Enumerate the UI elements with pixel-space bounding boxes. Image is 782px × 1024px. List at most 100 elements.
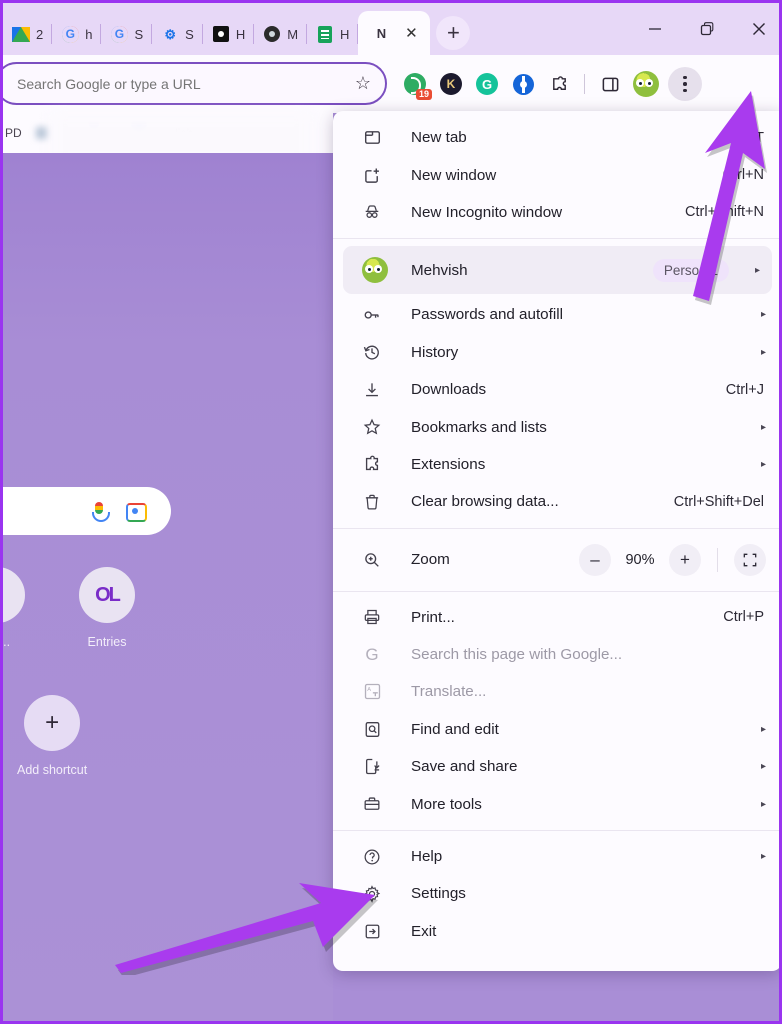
new-window-icon [361, 167, 383, 184]
profile-avatar[interactable] [630, 68, 662, 100]
chevron-right-icon: ▸ [754, 264, 760, 276]
shortcut-my[interactable]: My... [3, 567, 25, 649]
ntp-search-box[interactable] [3, 487, 171, 535]
minimize-button[interactable] [629, 7, 681, 51]
save-share-icon [361, 758, 383, 775]
new-tab-page: My... OL Entries + Add shortcut [3, 153, 333, 1021]
kami-extension-icon[interactable]: K [435, 68, 467, 100]
menu-item-save-and-share[interactable]: Save and share ▸ [333, 748, 779, 785]
tab-7-active[interactable]: N ✕ [358, 11, 431, 55]
tab-3[interactable]: ⚙ S [152, 13, 203, 55]
shortcut-logo: OL [95, 583, 121, 606]
menu-item-new-tab[interactable]: New tab Ctrl+T [333, 119, 779, 156]
toolbar-icon-row: 19 K G [399, 55, 704, 113]
incognito-icon [361, 203, 383, 221]
history-icon [361, 343, 383, 361]
menu-separator [333, 238, 779, 240]
tab-title: H [340, 26, 350, 42]
menu-item-shortcut: Ctrl+J [725, 381, 764, 398]
printer-icon [361, 608, 383, 626]
menu-item-profile[interactable]: Mehvish Person 1 ▸ [343, 246, 772, 295]
menu-item-passwords-and-autofill[interactable]: Passwords and autofill ▸ [333, 296, 779, 333]
tab-1[interactable]: h [52, 13, 102, 55]
menu-item-new-incognito-window[interactable]: New Incognito window Ctrl+Shift+N [333, 194, 779, 231]
tab-5[interactable]: M [254, 13, 308, 55]
tab-6[interactable]: H [307, 13, 359, 55]
person-badge: Person 1 [652, 258, 729, 282]
restore-button[interactable] [681, 7, 733, 51]
navigation-toolbar: ☆ 19 K G [3, 55, 779, 113]
tab-title: H [235, 26, 246, 42]
fullscreen-button[interactable] [734, 543, 766, 576]
menu-item-more-tools[interactable]: More tools ▸ [333, 785, 779, 822]
tab-2[interactable]: S [101, 13, 153, 55]
menu-item-label: Save and share [411, 758, 518, 776]
tab-strip: 2 h S ⚙ S H [3, 3, 779, 55]
zoom-controls: – 90% + [579, 543, 766, 576]
menu-item-extensions[interactable]: Extensions ▸ [333, 446, 779, 483]
menu-item-exit[interactable]: Exit [333, 913, 779, 950]
chevron-right-icon: ▸ [760, 723, 766, 735]
menu-item-label: Translate... [411, 683, 487, 701]
zoom-level-value: 90% [625, 551, 655, 568]
menu-item-label: More tools [411, 795, 482, 813]
grammarly-extension-icon[interactable]: G [471, 68, 503, 100]
menu-item-bookmarks-and-lists[interactable]: Bookmarks and lists ▸ [333, 408, 779, 445]
menu-item-shortcut: Ctrl+Shift+Del [673, 493, 764, 510]
menu-item-find-and-edit[interactable]: Find and edit ▸ [333, 711, 779, 748]
chevron-right-icon: ▸ [760, 309, 766, 321]
menu-item-help[interactable]: Help ▸ [333, 838, 779, 875]
menu-item-label: Search this page with Google... [411, 646, 623, 664]
side-panel-icon[interactable] [594, 68, 626, 100]
settings-gear-icon [361, 885, 383, 903]
extensions-puzzle-icon[interactable] [543, 68, 575, 100]
exit-icon [361, 923, 383, 940]
close-button[interactable] [733, 7, 779, 51]
plus-icon: + [45, 709, 60, 736]
tab-0[interactable]: 2 [3, 13, 53, 55]
google-lens-icon[interactable] [125, 501, 147, 522]
star-icon [361, 418, 383, 436]
three-dot-menu-button[interactable] [666, 67, 704, 101]
bookmark-item-first[interactable]: PD [5, 126, 22, 140]
tab-close-button[interactable]: ✕ [400, 22, 422, 44]
chrome-icon [263, 25, 281, 43]
chevron-right-icon: ▸ [760, 421, 766, 433]
menu-item-history[interactable]: History ▸ [333, 334, 779, 371]
menu-item-label: Bookmarks and lists [411, 418, 547, 436]
tab-title: 2 [36, 26, 44, 42]
new-tab-button[interactable]: + [436, 16, 471, 50]
menu-item-label: Extensions [411, 455, 486, 473]
tab-title: S [134, 26, 144, 42]
zoom-out-button[interactable]: – [579, 543, 611, 576]
menu-item-downloads[interactable]: Downloads Ctrl+J [333, 371, 779, 408]
menu-item-print[interactable]: Print... Ctrl+P [333, 599, 779, 636]
settings-gear-icon: ⚙ [164, 26, 176, 42]
menu-item-settings[interactable]: Settings [333, 875, 779, 912]
microphone-icon[interactable] [89, 501, 110, 522]
bookmark-star-icon[interactable]: ☆ [355, 73, 371, 94]
menu-item-label: New window [411, 166, 497, 184]
google-icon [61, 25, 79, 43]
shortcut-entries[interactable]: OL Entries [79, 567, 135, 649]
menu-item-shortcut: Ctrl+T [724, 129, 764, 146]
menu-item-label: New tab [411, 129, 467, 147]
menu-item-new-window[interactable]: New window Ctrl+N [333, 156, 779, 193]
download-manager-extension-icon[interactable]: 19 [399, 68, 432, 100]
menu-item-shortcut: Ctrl+P [723, 609, 764, 626]
puzzle-icon [361, 455, 383, 473]
menu-item-translate: A Translate... [333, 673, 779, 710]
address-bar[interactable]: ☆ [3, 62, 387, 105]
translate-icon: A [361, 683, 383, 700]
address-input[interactable] [17, 75, 355, 92]
blue-extension-icon[interactable] [507, 68, 539, 100]
help-icon [361, 848, 383, 866]
menu-separator [333, 590, 779, 592]
zoom-in-button[interactable]: + [669, 543, 701, 576]
add-shortcut-button[interactable]: + Add shortcut [17, 695, 87, 777]
download-icon [361, 381, 383, 399]
tab-4[interactable]: H [203, 13, 255, 55]
menu-item-shortcut: Ctrl+Shift+N [685, 204, 764, 221]
add-shortcut-label: Add shortcut [17, 763, 88, 777]
menu-item-clear-browsing-data[interactable]: Clear browsing data... Ctrl+Shift+Del [333, 483, 779, 520]
